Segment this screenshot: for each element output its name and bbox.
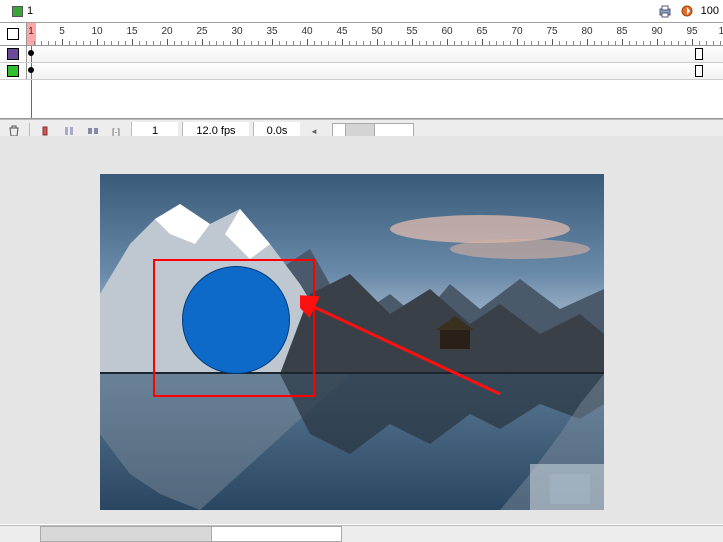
layer-header-cell bbox=[0, 23, 27, 45]
layer-color-swatch[interactable] bbox=[7, 65, 19, 77]
ruler-number: 55 bbox=[406, 26, 417, 37]
tab-swatch-icon bbox=[12, 6, 23, 17]
stage-canvas[interactable] bbox=[100, 174, 604, 510]
layer-row[interactable] bbox=[0, 46, 723, 63]
ruler-number: 35 bbox=[266, 26, 277, 37]
keyframe-icon[interactable] bbox=[28, 50, 34, 56]
ruler-number: 40 bbox=[301, 26, 312, 37]
stage-scrollbar[interactable] bbox=[40, 526, 342, 542]
layer-header-icon bbox=[7, 28, 19, 40]
ruler-number: 60 bbox=[441, 26, 452, 37]
ruler-number: 70 bbox=[511, 26, 522, 37]
ruler-number: 10 bbox=[91, 26, 102, 37]
ruler-number: 80 bbox=[581, 26, 592, 37]
ruler-number: 5 bbox=[59, 26, 65, 37]
layer-track[interactable] bbox=[27, 63, 723, 79]
track-end-icon bbox=[695, 65, 703, 77]
annotation-arrow-icon bbox=[300, 294, 520, 414]
ruler-number: 30 bbox=[231, 26, 242, 37]
ruler-number: 75 bbox=[546, 26, 557, 37]
stage-area[interactable] bbox=[0, 136, 723, 524]
timeline-ruler[interactable]: 1510152025303540455055606570758085909510… bbox=[0, 23, 723, 46]
ruler-number: 50 bbox=[371, 26, 382, 37]
document-tab-bar: 1 100 bbox=[0, 0, 723, 23]
ruler-number: 90 bbox=[651, 26, 662, 37]
ruler-number: 100 bbox=[719, 26, 723, 37]
track-end-icon bbox=[695, 48, 703, 60]
timeline-layers bbox=[0, 46, 723, 119]
ruler-number: 1 bbox=[28, 26, 34, 37]
ruler-number: 85 bbox=[616, 26, 627, 37]
document-tab[interactable]: 1 bbox=[4, 3, 41, 19]
layer-row[interactable] bbox=[0, 63, 723, 80]
ruler-number: 15 bbox=[126, 26, 137, 37]
ruler-number: 65 bbox=[476, 26, 487, 37]
ruler-number: 20 bbox=[161, 26, 172, 37]
zoom-value[interactable]: 100 bbox=[701, 5, 719, 17]
stage-scrollbar-area bbox=[0, 525, 723, 542]
tab-label: 1 bbox=[27, 5, 33, 17]
ruler-number: 95 bbox=[686, 26, 697, 37]
ruler-number: 25 bbox=[196, 26, 207, 37]
timeline-empty[interactable] bbox=[0, 80, 723, 118]
print-icon[interactable] bbox=[657, 3, 673, 19]
layer-track[interactable] bbox=[27, 46, 723, 62]
export-icon[interactable] bbox=[679, 3, 695, 19]
ruler-number: 45 bbox=[336, 26, 347, 37]
layer-color-swatch[interactable] bbox=[7, 48, 19, 60]
oval-shape[interactable] bbox=[182, 266, 290, 374]
keyframe-icon[interactable] bbox=[28, 67, 34, 73]
